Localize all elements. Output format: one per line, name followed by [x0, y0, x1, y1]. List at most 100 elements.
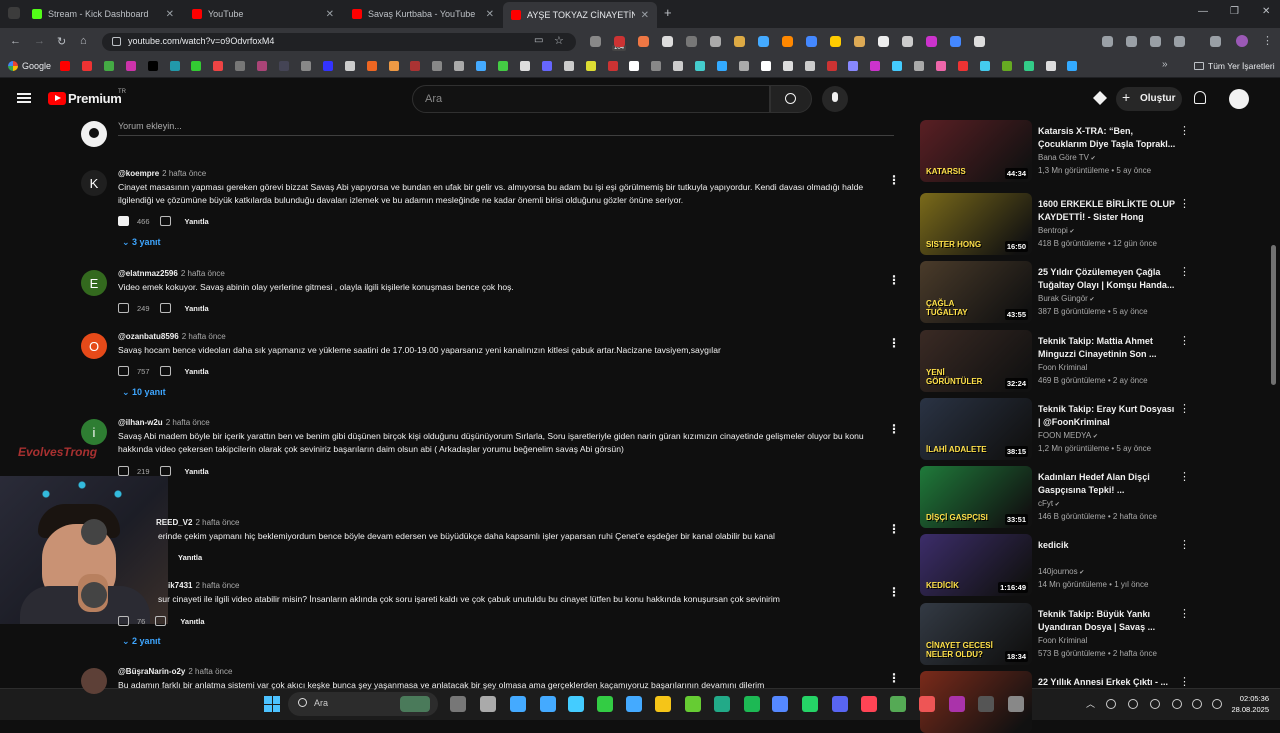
bookmark-icon[interactable] — [892, 61, 903, 71]
bookmark-icon[interactable] — [826, 61, 837, 71]
taskbar-app-icon[interactable] — [832, 696, 848, 712]
bookmark-icon[interactable] — [914, 61, 925, 71]
account-avatar[interactable] — [1229, 89, 1249, 109]
cast-icon[interactable]: ▭ — [534, 35, 543, 46]
video-options-icon[interactable]: ⋮ — [1179, 265, 1190, 278]
comment-author[interactable]: @koempre 2 hafta önce — [118, 169, 206, 178]
bookmark-icon[interactable] — [519, 61, 530, 71]
video-title[interactable]: Teknik Takip: Eray Kurt Dosyası | @FoonK… — [1038, 403, 1176, 429]
bookmark-icon[interactable] — [81, 61, 92, 71]
video-channel[interactable]: Burak Güngör ✔ — [1038, 294, 1095, 303]
tray-icon[interactable] — [1150, 699, 1160, 709]
extension-icon[interactable] — [782, 36, 793, 47]
bookmark-icon[interactable] — [585, 61, 596, 71]
toolbar-icon[interactable] — [1102, 36, 1113, 47]
add-comment-input[interactable]: Yorum ekleyin... — [118, 121, 182, 131]
video-options-icon[interactable]: ⋮ — [1179, 470, 1190, 483]
related-video[interactable]: CİNAYET GECESİ NELER OLDU? 18:34 Teknik Ta… — [920, 603, 1190, 665]
video-options-icon[interactable]: ⋮ — [1179, 538, 1190, 551]
extension-icon[interactable] — [974, 36, 985, 47]
bookmark-icon[interactable] — [717, 61, 727, 71]
youtube-premium-logo[interactable]: Premium — [68, 91, 122, 106]
taskbar-app-icon[interactable] — [510, 696, 526, 712]
bookmark-icon[interactable] — [366, 61, 377, 71]
minimize-icon[interactable]: — — [1198, 6, 1208, 17]
back-icon[interactable]: ← — [10, 35, 21, 47]
comment-time[interactable]: 2 hafta önce — [182, 332, 226, 341]
bookmark-icon[interactable] — [322, 61, 333, 71]
bookmark-icon[interactable] — [1067, 61, 1078, 71]
bookmark-icon[interactable] — [695, 61, 706, 71]
view-replies-button[interactable]: ⌄ 3 yanıt — [122, 237, 161, 248]
bookmark-icon[interactable] — [541, 61, 552, 71]
reply-button[interactable]: Yanıtla — [185, 217, 209, 226]
comment-author[interactable]: @ozanbatu8596 2 hafta önce — [118, 332, 226, 341]
video-options-icon[interactable]: ⋮ — [1179, 607, 1190, 620]
extension-icon[interactable] — [950, 36, 961, 47]
comment-avatar[interactable]: K — [81, 170, 107, 196]
search-input[interactable]: Ara — [412, 85, 770, 113]
voice-search-button[interactable] — [822, 86, 848, 112]
taskbar-app-icon[interactable] — [480, 696, 496, 712]
taskbar-app-icon[interactable] — [450, 696, 466, 712]
video-options-icon[interactable]: ⋮ — [1179, 197, 1190, 210]
video-thumbnail[interactable]: CİNAYET GECESİ NELER OLDU? 18:34 — [920, 603, 1032, 665]
author-handle[interactable]: @ilhan-w2u — [118, 418, 163, 427]
tab-savas-kurtbaba[interactable]: Savaş Kurtbaba - YouTube ✕ — [344, 4, 502, 24]
video-thumbnail[interactable]: KEDİCİK 1:16:49 — [920, 534, 1032, 596]
comment-avatar[interactable] — [81, 519, 107, 545]
home-icon[interactable]: ⌂ — [80, 35, 87, 47]
bookmark-icon[interactable] — [125, 61, 136, 71]
close-window-icon[interactable]: ✕ — [1262, 6, 1270, 17]
like-icon[interactable] — [118, 366, 129, 376]
video-title[interactable]: 25 Yıldır Çözülemeyen Çağla Tuğaltay Ola… — [1038, 266, 1176, 292]
video-channel[interactable]: Foon Kriminal — [1038, 636, 1087, 645]
bookmark-icon[interactable] — [936, 61, 946, 71]
extension-icon[interactable] — [710, 36, 721, 47]
video-options-icon[interactable]: ⋮ — [1179, 334, 1190, 347]
video-channel[interactable]: Foon Kriminal — [1038, 363, 1087, 372]
close-tab-icon[interactable]: ✕ — [326, 9, 334, 20]
video-title[interactable]: kedicik — [1038, 539, 1176, 552]
related-video[interactable]: SISTER HONG 16:50 1600 ERKEKLE BİRLİKTE OL… — [920, 193, 1190, 255]
comment-author[interactable]: REED_V2 2 hafta önce — [156, 518, 240, 527]
url-input[interactable]: youtube.com/watch?v=o9OdvrfoxM4 — [102, 33, 576, 51]
extension-icon[interactable] — [590, 36, 601, 47]
reply-button[interactable]: Yanıtla — [185, 304, 209, 313]
toolbar-icon[interactable] — [1126, 36, 1137, 47]
more-bookmarks-icon[interactable]: » — [1162, 59, 1168, 70]
video-thumbnail[interactable]: SISTER HONG 16:50 — [920, 193, 1032, 255]
all-bookmarks-link[interactable]: Tüm Yer İşaretleri — [1208, 61, 1275, 71]
bookmark-icon[interactable] — [782, 61, 793, 71]
comment-time[interactable]: 2 hafta önce — [195, 581, 239, 590]
video-channel[interactable]: cFyt ✔ — [1038, 499, 1060, 508]
video-thumbnail[interactable]: DİŞÇİ GASPÇISI 33:51 — [920, 466, 1032, 528]
extension-icon[interactable] — [662, 36, 673, 47]
toolbar-icon[interactable] — [1150, 36, 1161, 47]
view-replies-button[interactable]: ⌄ 2 yanıt — [122, 636, 161, 647]
bookmark-icon[interactable] — [804, 61, 815, 71]
video-title[interactable]: 22 Yıllık Annesi Erkek Çıktı - ... — [1038, 676, 1176, 689]
dislike-icon[interactable] — [159, 216, 171, 226]
dislike-icon[interactable] — [159, 466, 171, 476]
reply-button[interactable]: Yanıtla — [185, 467, 209, 476]
bookmark-icon[interactable] — [257, 61, 268, 71]
taskbar-app-icon[interactable] — [890, 696, 906, 712]
forward-icon[interactable]: → — [34, 35, 45, 47]
comment-options-icon[interactable]: ⋮ — [888, 422, 900, 436]
dislike-icon[interactable] — [159, 366, 171, 376]
taskbar-app-icon[interactable] — [772, 696, 788, 712]
comment-options-icon[interactable]: ⋮ — [888, 522, 900, 536]
bookmark-icon[interactable] — [410, 61, 421, 71]
taskbar-app-icon[interactable] — [978, 696, 994, 712]
search-button[interactable] — [770, 85, 812, 113]
extension-icon[interactable] — [854, 36, 865, 47]
bookmark-icon[interactable] — [848, 61, 859, 71]
reply-button[interactable]: Yanıtla — [180, 617, 204, 626]
tray-icon[interactable] — [1128, 699, 1138, 709]
like-icon[interactable] — [118, 616, 129, 626]
comment-time[interactable]: 2 hafta önce — [181, 269, 225, 278]
bookmark-icon[interactable] — [344, 61, 355, 71]
extension-icon[interactable] — [902, 36, 913, 47]
tray-icon[interactable] — [1106, 699, 1116, 709]
